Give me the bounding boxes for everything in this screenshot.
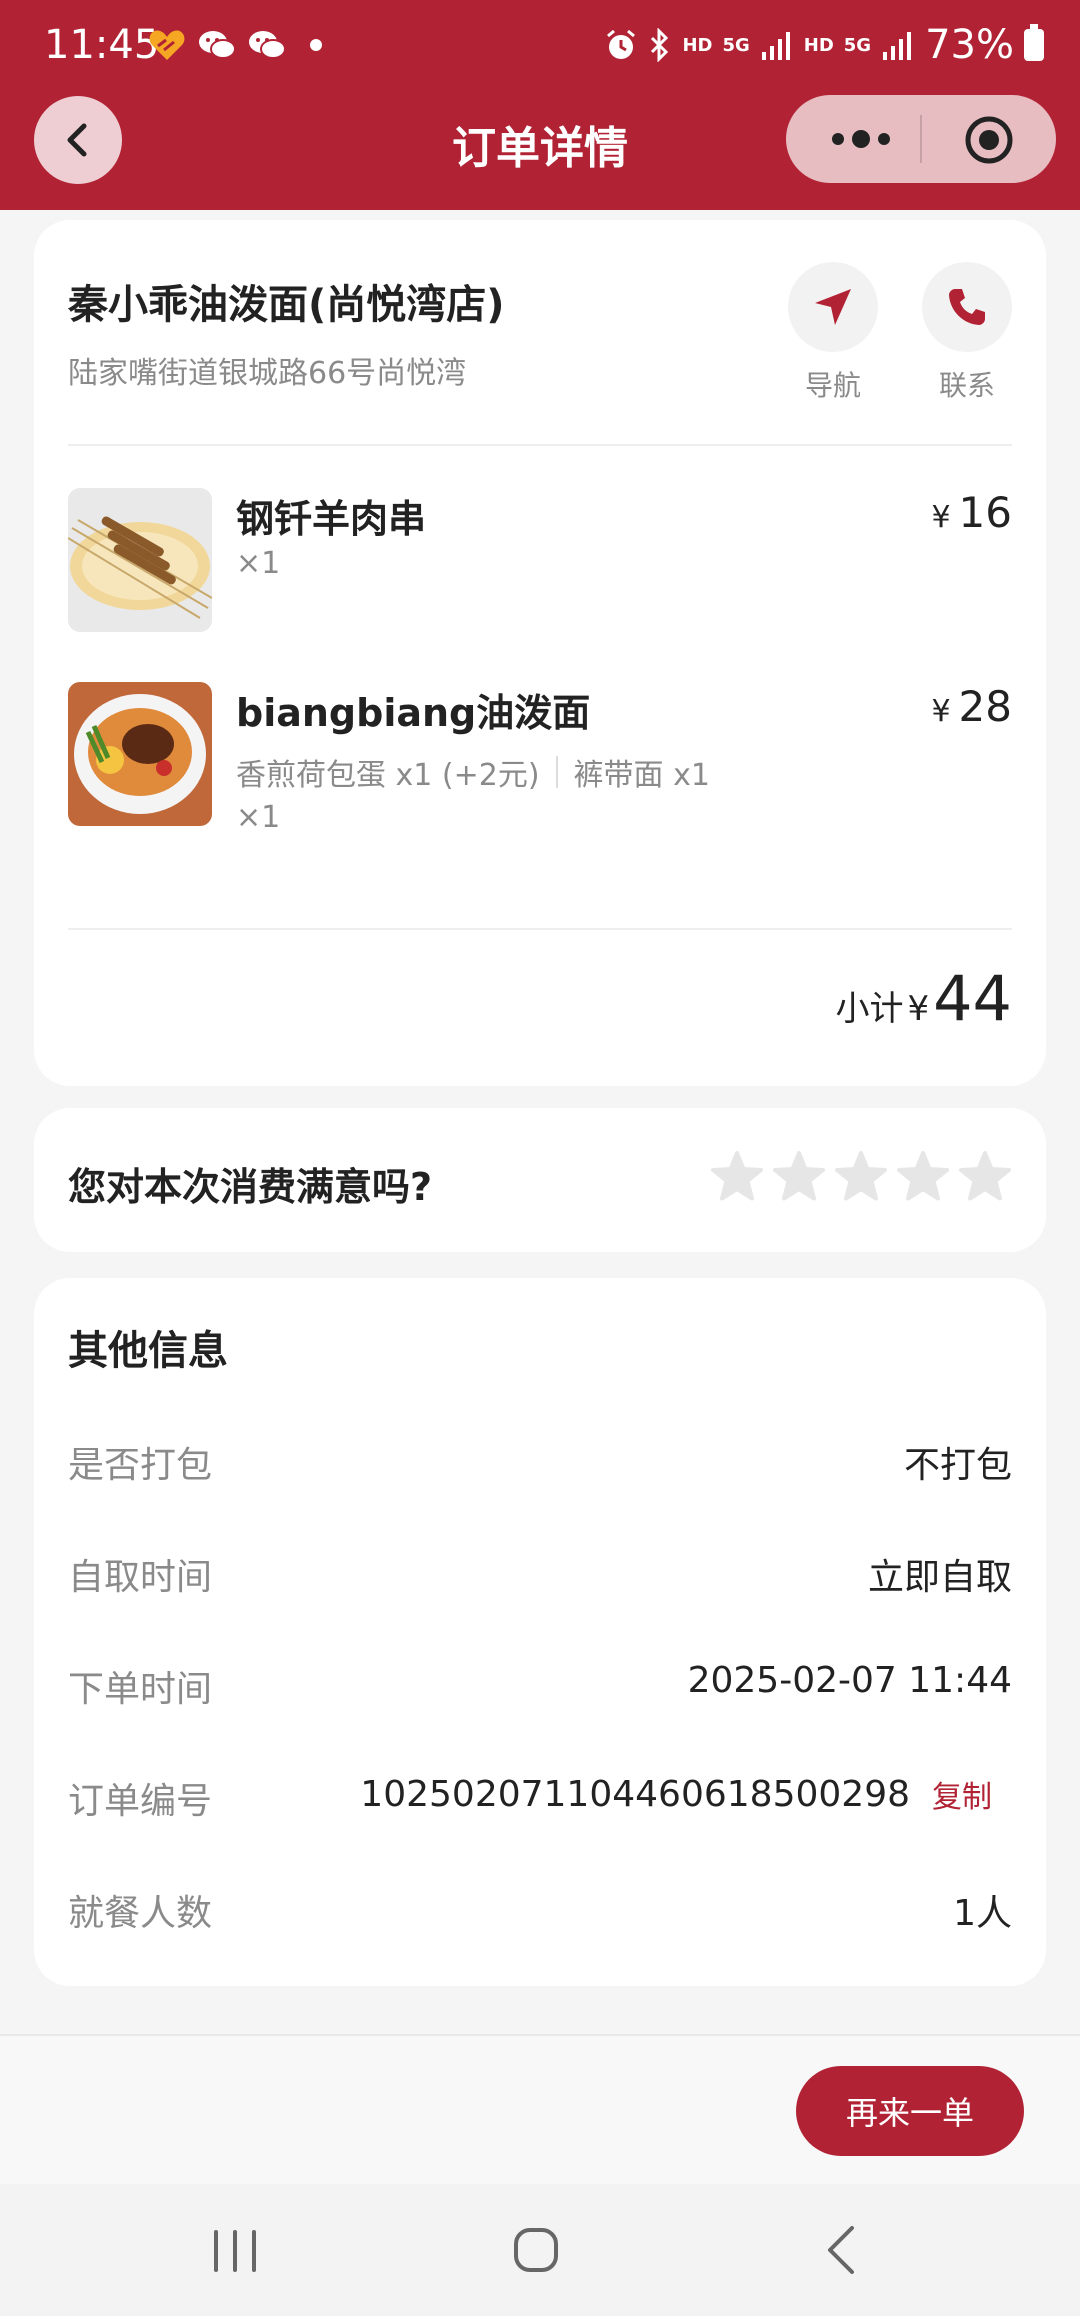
item-option: 香煎荷包蛋 x1 (+2元) <box>236 758 540 793</box>
divider <box>68 928 1012 930</box>
hd-label: HD <box>803 34 834 56</box>
alarm-icon <box>607 29 636 59</box>
bottom-action-bar: 再来一单 <box>0 2034 1080 2186</box>
info-row-pickup-time: 自取时间 立即自取 <box>68 1548 1012 1608</box>
order-number: 10250207110446061850029​8 <box>360 1773 910 1815</box>
noodle-image <box>68 682 212 826</box>
more-icon[interactable] <box>826 125 896 153</box>
star-icon[interactable] <box>772 1150 826 1204</box>
info-value: 不打包 <box>903 1445 1012 1486</box>
rating-question: 您对本次消费满意吗? <box>68 1165 433 1209</box>
network-label: 5G <box>722 34 750 56</box>
info-row-diners: 就餐人数 1人 <box>68 1884 1012 1944</box>
wechat-icon <box>199 31 236 59</box>
info-label: 下单时间 <box>68 1669 213 1710</box>
signal-icon <box>883 32 912 60</box>
star-icon[interactable] <box>958 1150 1012 1204</box>
info-value: 1人 <box>953 1893 1012 1934</box>
item-quantity: ×1 <box>236 800 281 835</box>
home-icon[interactable] <box>512 2226 560 2274</box>
copy-button[interactable]: 复制 <box>932 1772 992 1816</box>
battery-icon <box>1024 24 1044 61</box>
rating-card: 您对本次消费满意吗? <box>34 1108 1046 1252</box>
status-bar: 11:45 HD 5G HD 5G 73% <box>0 0 1080 95</box>
option-separator <box>555 756 558 788</box>
capsule-divider <box>920 115 922 163</box>
info-row-packing: 是否打包 不打包 <box>68 1436 1012 1496</box>
divider <box>68 444 1012 446</box>
info-value: 10250207110446061850029​8 复制 <box>360 1772 1012 1816</box>
order-item: 钢钎羊肉串 ×1 ¥16 <box>68 488 1012 638</box>
item-price-value: 16 <box>958 488 1012 537</box>
status-time: 11:45 <box>44 22 160 68</box>
star-icon[interactable] <box>834 1150 888 1204</box>
notification-dot-icon <box>310 39 322 51</box>
close-miniprogram-icon[interactable] <box>964 115 1014 165</box>
lamb-skewer-image <box>68 488 212 632</box>
shop-name: 秦小乖油泼面(尚悦湾店) <box>68 282 505 328</box>
item-price: ¥28 <box>931 682 1012 731</box>
hd-label: HD <box>682 34 713 56</box>
order-item: biangbiang油泼面 香煎荷包蛋 x1 (+2元) 裤带面 x1 ×1 ¥… <box>68 682 1012 842</box>
info-row-order-number: 订单编号 10250207110446061850029​8 复制 <box>68 1772 1012 1832</box>
shop-address: 陆家嘴街道银城路66号尚悦湾 <box>68 356 467 391</box>
navigate-label: 导航 <box>804 369 861 402</box>
top-header: 11:45 HD 5G HD 5G 73% 订单详情 <box>0 0 1080 210</box>
info-label: 订单编号 <box>68 1781 213 1822</box>
bluetooth-icon <box>651 28 669 62</box>
item-options: 香煎荷包蛋 x1 (+2元) 裤带面 x1 <box>236 750 710 794</box>
item-option: 裤带面 x1 <box>573 758 710 793</box>
info-label: 是否打包 <box>68 1445 213 1486</box>
system-back-icon[interactable] <box>820 2224 860 2276</box>
heart-icon <box>149 30 185 60</box>
subtotal-amount: 44 <box>933 962 1012 1035</box>
contact-label: 联系 <box>938 369 995 402</box>
item-price-value: 28 <box>958 682 1012 731</box>
system-navigation-bar <box>0 2184 1080 2316</box>
navigate-button[interactable]: 导航 <box>788 262 878 404</box>
info-label: 自取时间 <box>68 1557 213 1598</box>
currency-symbol: ¥ <box>931 500 951 535</box>
currency-symbol: ¥ <box>931 694 951 729</box>
signal-icon <box>761 32 790 60</box>
recents-icon[interactable] <box>210 2228 260 2274</box>
info-value: 2025-02-07 11:44 <box>687 1660 1012 1701</box>
order-card: 秦小乖油泼面(尚悦湾店) 陆家嘴街道银城路66号尚悦湾 导航 联系 钢钎羊肉串 … <box>34 220 1046 1086</box>
other-info-card: 其他信息 是否打包 不打包 自取时间 立即自取 下单时间 2025-02-07 … <box>34 1278 1046 1986</box>
item-price: ¥16 <box>931 488 1012 537</box>
wechat-icon <box>249 31 286 59</box>
phone-icon <box>949 289 985 325</box>
network-label: 5G <box>843 34 872 56</box>
contact-button[interactable]: 联系 <box>922 262 1012 404</box>
miniprogram-capsule <box>786 95 1056 183</box>
subtotal-label: 小计 <box>835 989 904 1029</box>
info-label: 就餐人数 <box>68 1893 213 1934</box>
info-row-order-time: 下单时间 2025-02-07 11:44 <box>68 1660 1012 1720</box>
item-name: 钢钎羊肉串 <box>236 497 427 541</box>
section-title: 其他信息 <box>68 1328 228 1374</box>
currency-symbol: ¥ <box>907 989 930 1029</box>
item-quantity: ×1 <box>236 546 281 581</box>
star-icon[interactable] <box>896 1150 950 1204</box>
reorder-button[interactable]: 再来一单 <box>796 2066 1024 2156</box>
info-value: 立即自取 <box>867 1557 1012 1598</box>
navigation-arrow-icon <box>815 289 851 325</box>
item-name: biangbiang油泼面 <box>236 691 591 735</box>
star-rating <box>710 1150 1012 1204</box>
subtotal: 小计 ¥ 44 <box>835 962 1012 1035</box>
star-icon[interactable] <box>710 1150 764 1204</box>
battery-percent: 73% <box>925 22 1014 68</box>
